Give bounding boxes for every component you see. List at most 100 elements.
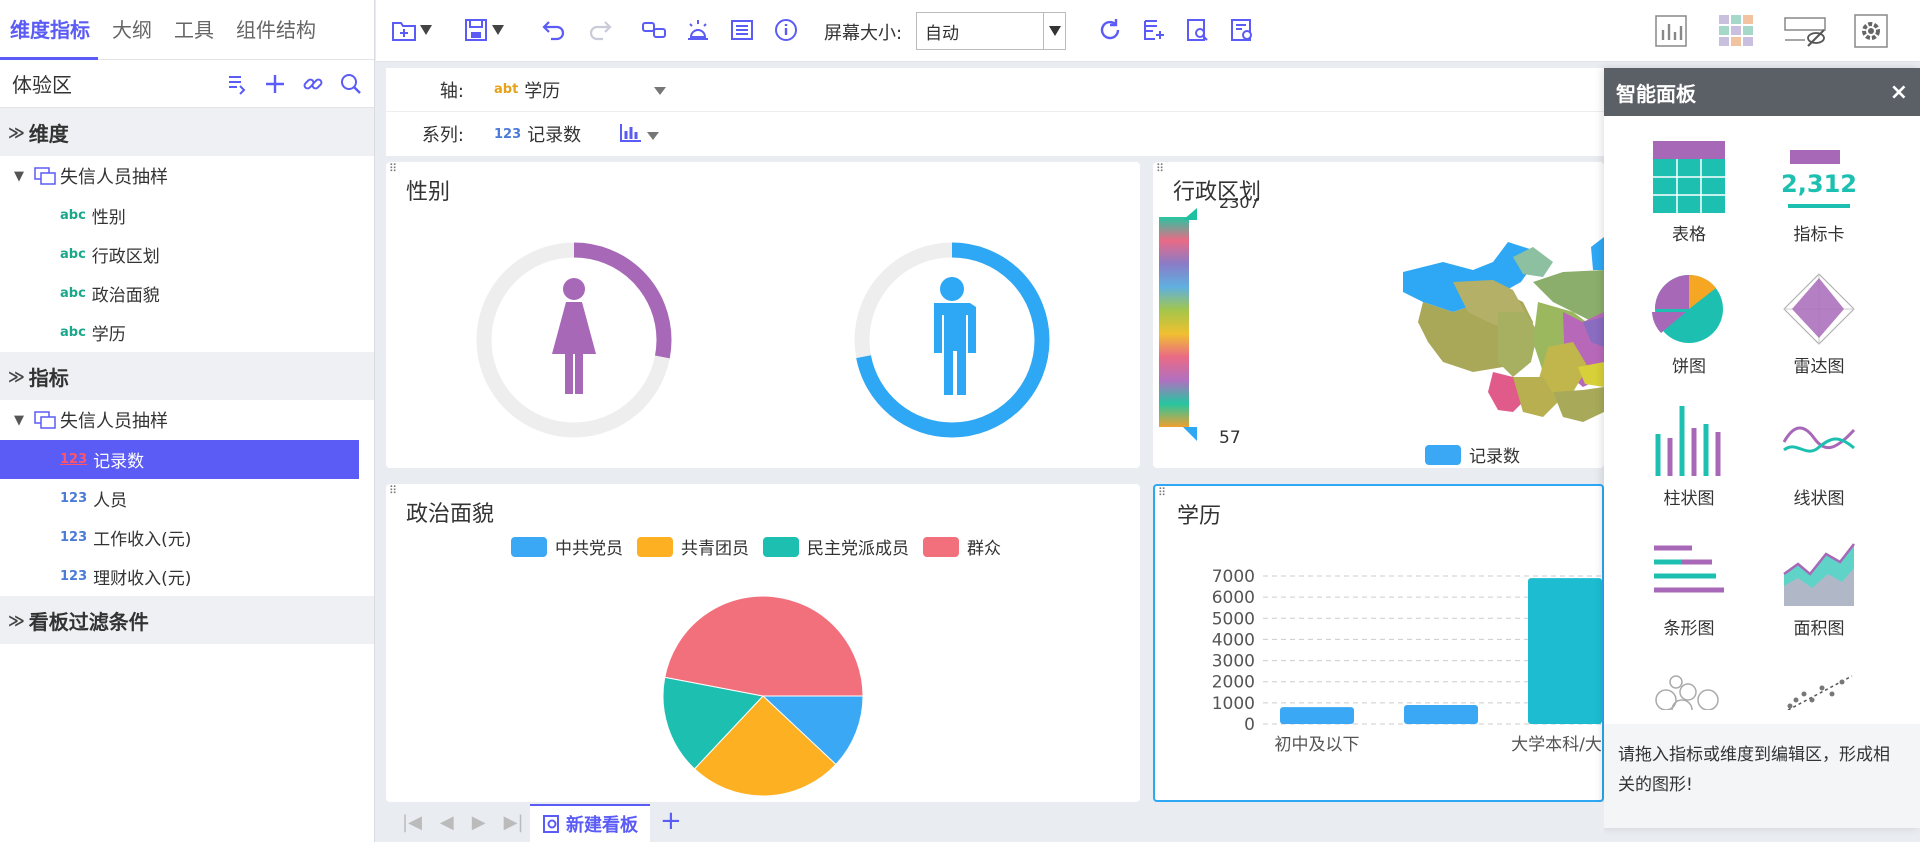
screen-size-select[interactable]: 自动	[916, 12, 1066, 50]
map-legend[interactable]: 记录数	[1425, 442, 1520, 467]
screen-size-label: 屏幕大小:	[824, 23, 903, 44]
bottom-tab-bar: |◀ ◀ ▶ ▶| 新建看板 +	[376, 802, 1604, 842]
section-filters[interactable]: ≫ 看板过滤条件	[0, 596, 374, 644]
x-tick-label: 大学本科/大学	[1511, 735, 1604, 755]
metric-field-persons[interactable]: 123 人员	[0, 479, 374, 518]
add-icon[interactable]	[262, 71, 288, 97]
layout-grid-icon[interactable]	[1718, 14, 1754, 48]
panel-gender[interactable]: ⠿ 性别	[386, 162, 1140, 468]
metric-group[interactable]: ▼ 失信人员抽样	[0, 400, 374, 440]
chart-type-bubble[interactable]	[1634, 670, 1744, 710]
chart-type-label: 柱状图	[1663, 489, 1715, 509]
series-value[interactable]: 记录数	[527, 121, 619, 147]
metric-field-record-count[interactable]: 123 记录数	[0, 440, 359, 479]
dimension-field-education[interactable]: abc 学历	[0, 313, 374, 352]
preview-icon[interactable]	[1184, 16, 1212, 44]
save-icon[interactable]	[462, 16, 490, 44]
section-dimensions[interactable]: ≫ 维度	[0, 108, 374, 156]
text-type-icon: abt	[494, 82, 519, 97]
tab-new-board[interactable]: 新建看板	[530, 804, 650, 842]
chart-type-label: 面积图	[1793, 619, 1845, 639]
series-dropdown-icon[interactable]	[647, 124, 660, 145]
y-tick-label: 7000	[1212, 567, 1255, 587]
chart-type-label: 线状图	[1793, 489, 1845, 509]
new-folder-icon[interactable]	[390, 16, 418, 44]
dimension-group[interactable]: ▼ 失信人员抽样	[0, 156, 374, 196]
panel-education[interactable]: ⠿ 学历 0 1000 2000 3000 4000 5000 6000 7000 初中及以下大…	[1153, 484, 1604, 802]
first-page-icon[interactable]: |◀	[402, 812, 422, 833]
text-type-icon: abc	[60, 286, 86, 301]
text-type-icon: abc	[60, 247, 86, 262]
properties-icon[interactable]	[728, 16, 756, 44]
female-icon	[552, 278, 596, 394]
info-icon[interactable]	[772, 16, 800, 44]
hide-panel-icon[interactable]	[1784, 14, 1828, 48]
tab-dimension-metrics[interactable]: 维度指标	[0, 0, 98, 60]
last-page-icon[interactable]: ▶|	[504, 812, 524, 833]
settings-gear-icon[interactable]	[1854, 14, 1888, 48]
bar-chart: 01000200030004000500060007000 初中及以下 大学本科/大…	[1212, 567, 1604, 755]
y-tick-label: 1000	[1212, 694, 1255, 714]
next-page-icon[interactable]: ▶	[472, 812, 486, 833]
y-tick-label: 0	[1244, 715, 1255, 735]
chart-type-scatter[interactable]	[1764, 670, 1874, 710]
chart-type-radar[interactable]: 雷达图	[1764, 272, 1874, 377]
chart-type-table[interactable]: 表格	[1634, 140, 1744, 245]
chart-panel-icon[interactable]	[1654, 14, 1688, 48]
metric-field-finance-income[interactable]: 123 理财收入(元)	[0, 557, 374, 596]
chart-type-line[interactable]: 线状图	[1764, 404, 1874, 509]
bubble-chart-icon	[1655, 675, 1719, 710]
chart-type-column[interactable]: 柱状图	[1634, 404, 1744, 509]
field-label: 行政区划	[91, 247, 160, 267]
bar-chart-type-icon[interactable]	[619, 122, 643, 147]
prev-page-icon[interactable]: ◀	[440, 812, 454, 833]
link-chart-icon[interactable]	[640, 16, 668, 44]
new-dropdown-icon[interactable]	[418, 16, 434, 44]
smart-panel-hint: 请拖入指标或维度到编辑区，形成相关的图形!	[1604, 724, 1920, 828]
collapse-chevron-icon: ≫	[8, 366, 25, 386]
panel-region[interactable]: ⠿ 行政区划 2307 57 记录数	[1153, 162, 1604, 468]
axis-dropdown-icon[interactable]	[654, 79, 667, 100]
close-icon[interactable]: ×	[1890, 80, 1908, 105]
y-tick-label: 4000	[1212, 630, 1255, 650]
settings-list-icon[interactable]	[1228, 16, 1256, 44]
search-icon[interactable]	[338, 71, 364, 97]
dimension-field-region[interactable]: abc 行政区划	[0, 235, 374, 274]
chart-type-area[interactable]: 面积图	[1764, 534, 1874, 639]
add-list-icon[interactable]	[1140, 16, 1168, 44]
refresh-icon[interactable]	[1096, 16, 1124, 44]
table-icon	[34, 411, 56, 429]
tab-outline[interactable]: 大纲	[112, 0, 152, 60]
tab-tools[interactable]: 工具	[174, 0, 214, 60]
number-type-icon: 123	[60, 491, 88, 506]
page-nav: |◀ ◀ ▶ ▶|	[402, 812, 524, 833]
board-icon	[543, 815, 559, 833]
save-dropdown-icon[interactable]	[490, 16, 506, 44]
panel-politics[interactable]: ⠿ 政治面貌 中共党员 共青团员 民主党派成员 群众	[386, 484, 1140, 802]
chart-type-label: 条形图	[1663, 619, 1715, 639]
section-metrics[interactable]: ≫ 指标	[0, 352, 374, 400]
area-chart-icon	[1783, 543, 1855, 606]
dimension-field-gender[interactable]: abc 性别	[0, 196, 374, 235]
add-tab-icon[interactable]: +	[660, 806, 682, 836]
chart-type-pie[interactable]: 饼图	[1634, 272, 1744, 377]
series-row: 系列: 123 记录数	[386, 112, 1616, 156]
field-label: 人员	[93, 491, 128, 511]
bar	[1280, 707, 1354, 724]
tab-component-structure[interactable]: 组件结构	[236, 0, 316, 60]
switch-dataset-icon[interactable]	[224, 71, 250, 97]
chart-type-card[interactable]: 2,312 指标卡	[1764, 140, 1874, 245]
redo-icon[interactable]	[586, 16, 614, 44]
svg-text:2,312: 2,312	[1782, 170, 1856, 198]
y-tick-label: 2000	[1212, 673, 1255, 693]
chart-type-bar[interactable]: 条形图	[1634, 534, 1744, 639]
alert-icon[interactable]	[684, 16, 712, 44]
undo-icon[interactable]	[540, 16, 568, 44]
text-type-icon: abc	[60, 325, 86, 340]
metric-group-label: 失信人员抽样	[60, 411, 168, 432]
link-icon[interactable]	[300, 71, 326, 97]
dimension-field-politics[interactable]: abc 政治面貌	[0, 274, 374, 313]
axis-value[interactable]: 学历	[524, 77, 654, 103]
metric-field-work-income[interactable]: 123 工作收入(元)	[0, 518, 374, 557]
smart-panel-title: 智能面板	[1616, 81, 1696, 106]
